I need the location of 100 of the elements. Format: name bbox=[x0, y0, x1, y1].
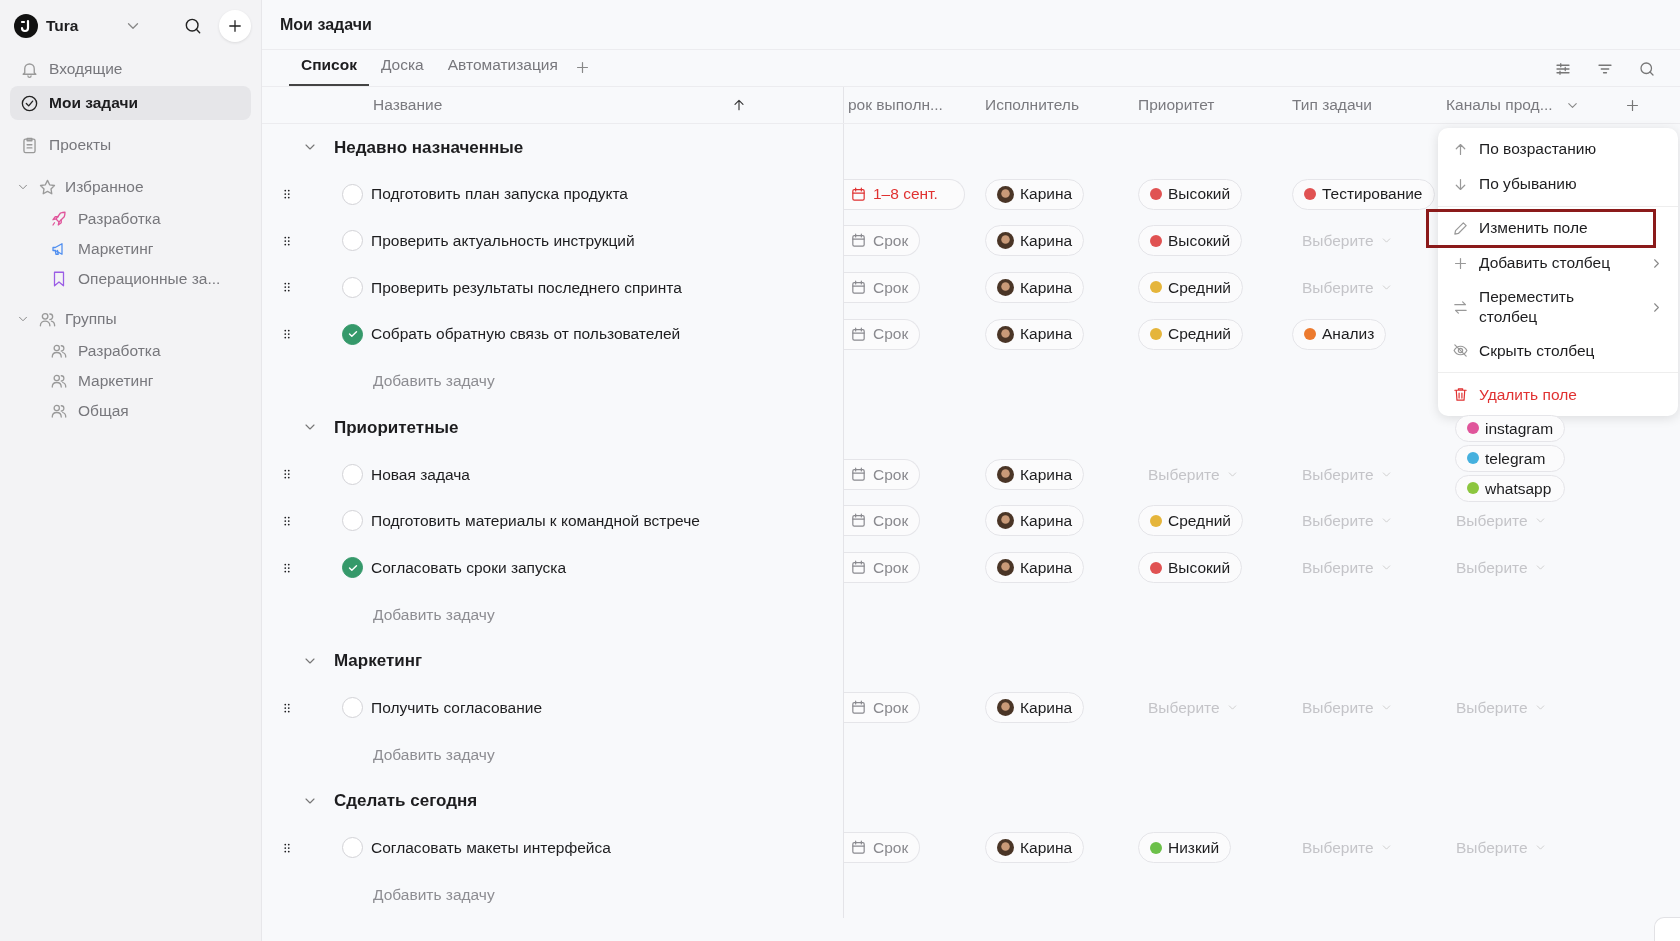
menu-item[interactable]: Скрыть столбец bbox=[1438, 333, 1678, 369]
task-title[interactable]: Подготовить материалы к командной встрече bbox=[371, 509, 700, 533]
calendar-icon bbox=[850, 559, 867, 577]
users-icon bbox=[50, 402, 68, 420]
menu-item[interactable]: По возрастанию bbox=[1438, 132, 1678, 167]
tag[interactable]: whatsapp bbox=[1455, 474, 1566, 502]
menu-item[interactable]: Добавить столбец bbox=[1438, 246, 1678, 281]
search-icon[interactable] bbox=[183, 16, 203, 36]
menu-item[interactable]: По убыванию bbox=[1438, 167, 1678, 202]
add-button[interactable] bbox=[219, 10, 251, 42]
workspace-name[interactable]: Tura bbox=[46, 14, 124, 38]
hidden-icon bbox=[1452, 342, 1469, 360]
due-date[interactable]: Срок bbox=[844, 692, 921, 724]
column-header[interactable]: рок выполн... bbox=[848, 93, 943, 117]
sidebar-item[interactable]: Мои задачи bbox=[10, 86, 251, 120]
task-title[interactable]: Собрать обратную связь от пользователей bbox=[371, 322, 681, 346]
avatar-icon bbox=[997, 699, 1014, 717]
task-title[interactable]: Согласовать сроки запуска bbox=[371, 555, 567, 580]
settings-icon[interactable] bbox=[1554, 60, 1572, 78]
corner-panel bbox=[1654, 917, 1680, 941]
plus-icon bbox=[226, 17, 244, 35]
tag[interactable]: Средний bbox=[1138, 271, 1243, 303]
avatar-icon bbox=[997, 465, 1014, 483]
column-header[interactable]: Исполнитель bbox=[985, 93, 1079, 117]
tag[interactable]: Средний bbox=[1138, 505, 1243, 537]
section-header[interactable]: Группы bbox=[10, 302, 251, 336]
tab[interactable]: Доска bbox=[368, 52, 436, 86]
sidebar-item[interactable]: Маркетинг bbox=[10, 366, 251, 396]
tag[interactable]: Анализ bbox=[1292, 318, 1387, 350]
task-title[interactable]: Подготовить план запуска продукта bbox=[371, 182, 628, 206]
nav-icon bbox=[20, 93, 39, 113]
due-date[interactable]: Срок bbox=[844, 832, 921, 864]
checkbox[interactable] bbox=[342, 557, 363, 579]
assignee[interactable]: Карина bbox=[985, 832, 1085, 864]
tag[interactable]: instagram bbox=[1455, 414, 1566, 442]
column-header[interactable]: Приоритет bbox=[1138, 93, 1215, 117]
sidebar-item[interactable]: Проекты bbox=[10, 128, 251, 162]
logo-icon bbox=[14, 14, 38, 38]
sidebar-item[interactable]: Маркетинг bbox=[10, 234, 251, 264]
avatar-icon bbox=[997, 839, 1014, 857]
task-title[interactable]: Проверить результаты последнего спринта bbox=[371, 275, 682, 300]
calendar-icon bbox=[850, 325, 867, 343]
tag[interactable]: Высокий bbox=[1138, 225, 1243, 257]
assignee[interactable]: Карина bbox=[985, 225, 1085, 257]
calendar-icon bbox=[850, 699, 867, 717]
due-date[interactable]: Срок bbox=[844, 458, 921, 490]
tag[interactable]: Тестирование bbox=[1292, 178, 1435, 210]
assignee[interactable]: Карина bbox=[985, 318, 1085, 350]
avatar-icon bbox=[997, 325, 1014, 343]
section-header[interactable]: Избранное bbox=[10, 170, 251, 204]
sidebar-item[interactable]: Разработка bbox=[10, 336, 251, 366]
tag[interactable]: telegram bbox=[1455, 444, 1566, 472]
due-date[interactable]: Срок bbox=[844, 505, 921, 537]
calendar-icon bbox=[850, 278, 867, 296]
column-header[interactable]: Название bbox=[373, 93, 443, 117]
column-header[interactable]: Каналы прод... bbox=[1446, 93, 1553, 117]
trash-icon bbox=[1452, 386, 1469, 404]
menu-item[interactable]: Удалить поле bbox=[1438, 377, 1678, 413]
tag[interactable]: Средний bbox=[1138, 318, 1243, 350]
due-date[interactable]: 1–8 сент. bbox=[844, 178, 965, 210]
menu-item[interactable]: Переместить столбец bbox=[1438, 281, 1678, 334]
tag[interactable]: Низкий bbox=[1138, 832, 1232, 864]
add-task-link[interactable]: Добавить задачу bbox=[373, 369, 495, 393]
tab[interactable]: Автоматизация bbox=[435, 52, 570, 86]
column-header[interactable]: Тип задачи bbox=[1292, 93, 1372, 117]
assignee[interactable]: Карина bbox=[985, 692, 1085, 724]
tag[interactable]: Высокий bbox=[1138, 552, 1243, 584]
task-title[interactable]: Получить согласование bbox=[371, 695, 542, 720]
tag[interactable]: Высокий bbox=[1138, 178, 1243, 210]
sidebar-item[interactable]: Общая bbox=[10, 396, 251, 426]
task-title[interactable]: Проверить актуальность инструкций bbox=[371, 229, 635, 253]
avatar-icon bbox=[997, 185, 1014, 203]
assignee[interactable]: Карина bbox=[985, 552, 1085, 584]
task-title[interactable]: Новая задача bbox=[371, 462, 470, 486]
plus-icon bbox=[1452, 255, 1469, 272]
users-icon bbox=[50, 372, 68, 390]
sidebar-item[interactable]: Входящие bbox=[10, 52, 251, 86]
assignee[interactable]: Карина bbox=[985, 178, 1085, 210]
add-task-link[interactable]: Добавить задачу bbox=[373, 602, 495, 626]
due-date[interactable]: Срок bbox=[844, 225, 921, 257]
add-task-link[interactable]: Добавить задачу bbox=[373, 882, 495, 906]
due-date[interactable]: Срок bbox=[844, 318, 921, 350]
assignee[interactable]: Карина bbox=[985, 458, 1085, 490]
checkbox[interactable] bbox=[342, 323, 363, 345]
sidebar-item[interactable]: Разработка bbox=[10, 204, 251, 234]
calendar-icon bbox=[850, 465, 867, 483]
page-title: Мои задачи bbox=[262, 0, 1680, 50]
assignee[interactable]: Карина bbox=[985, 271, 1085, 303]
avatar-icon bbox=[997, 278, 1014, 296]
sort-icon[interactable] bbox=[731, 97, 747, 113]
due-date[interactable]: Срок bbox=[844, 552, 921, 584]
pencil-icon bbox=[1452, 220, 1469, 237]
avatar-icon bbox=[997, 559, 1014, 577]
menu-item[interactable]: Изменить поле bbox=[1428, 211, 1654, 246]
due-date[interactable]: Срок bbox=[844, 271, 921, 303]
task-title[interactable]: Согласовать макеты интерфейса bbox=[371, 836, 611, 860]
sidebar-item[interactable]: Операционные за... bbox=[10, 264, 251, 294]
star-icon bbox=[38, 177, 57, 197]
add-task-link[interactable]: Добавить задачу bbox=[373, 742, 495, 766]
assignee[interactable]: Карина bbox=[985, 505, 1085, 537]
